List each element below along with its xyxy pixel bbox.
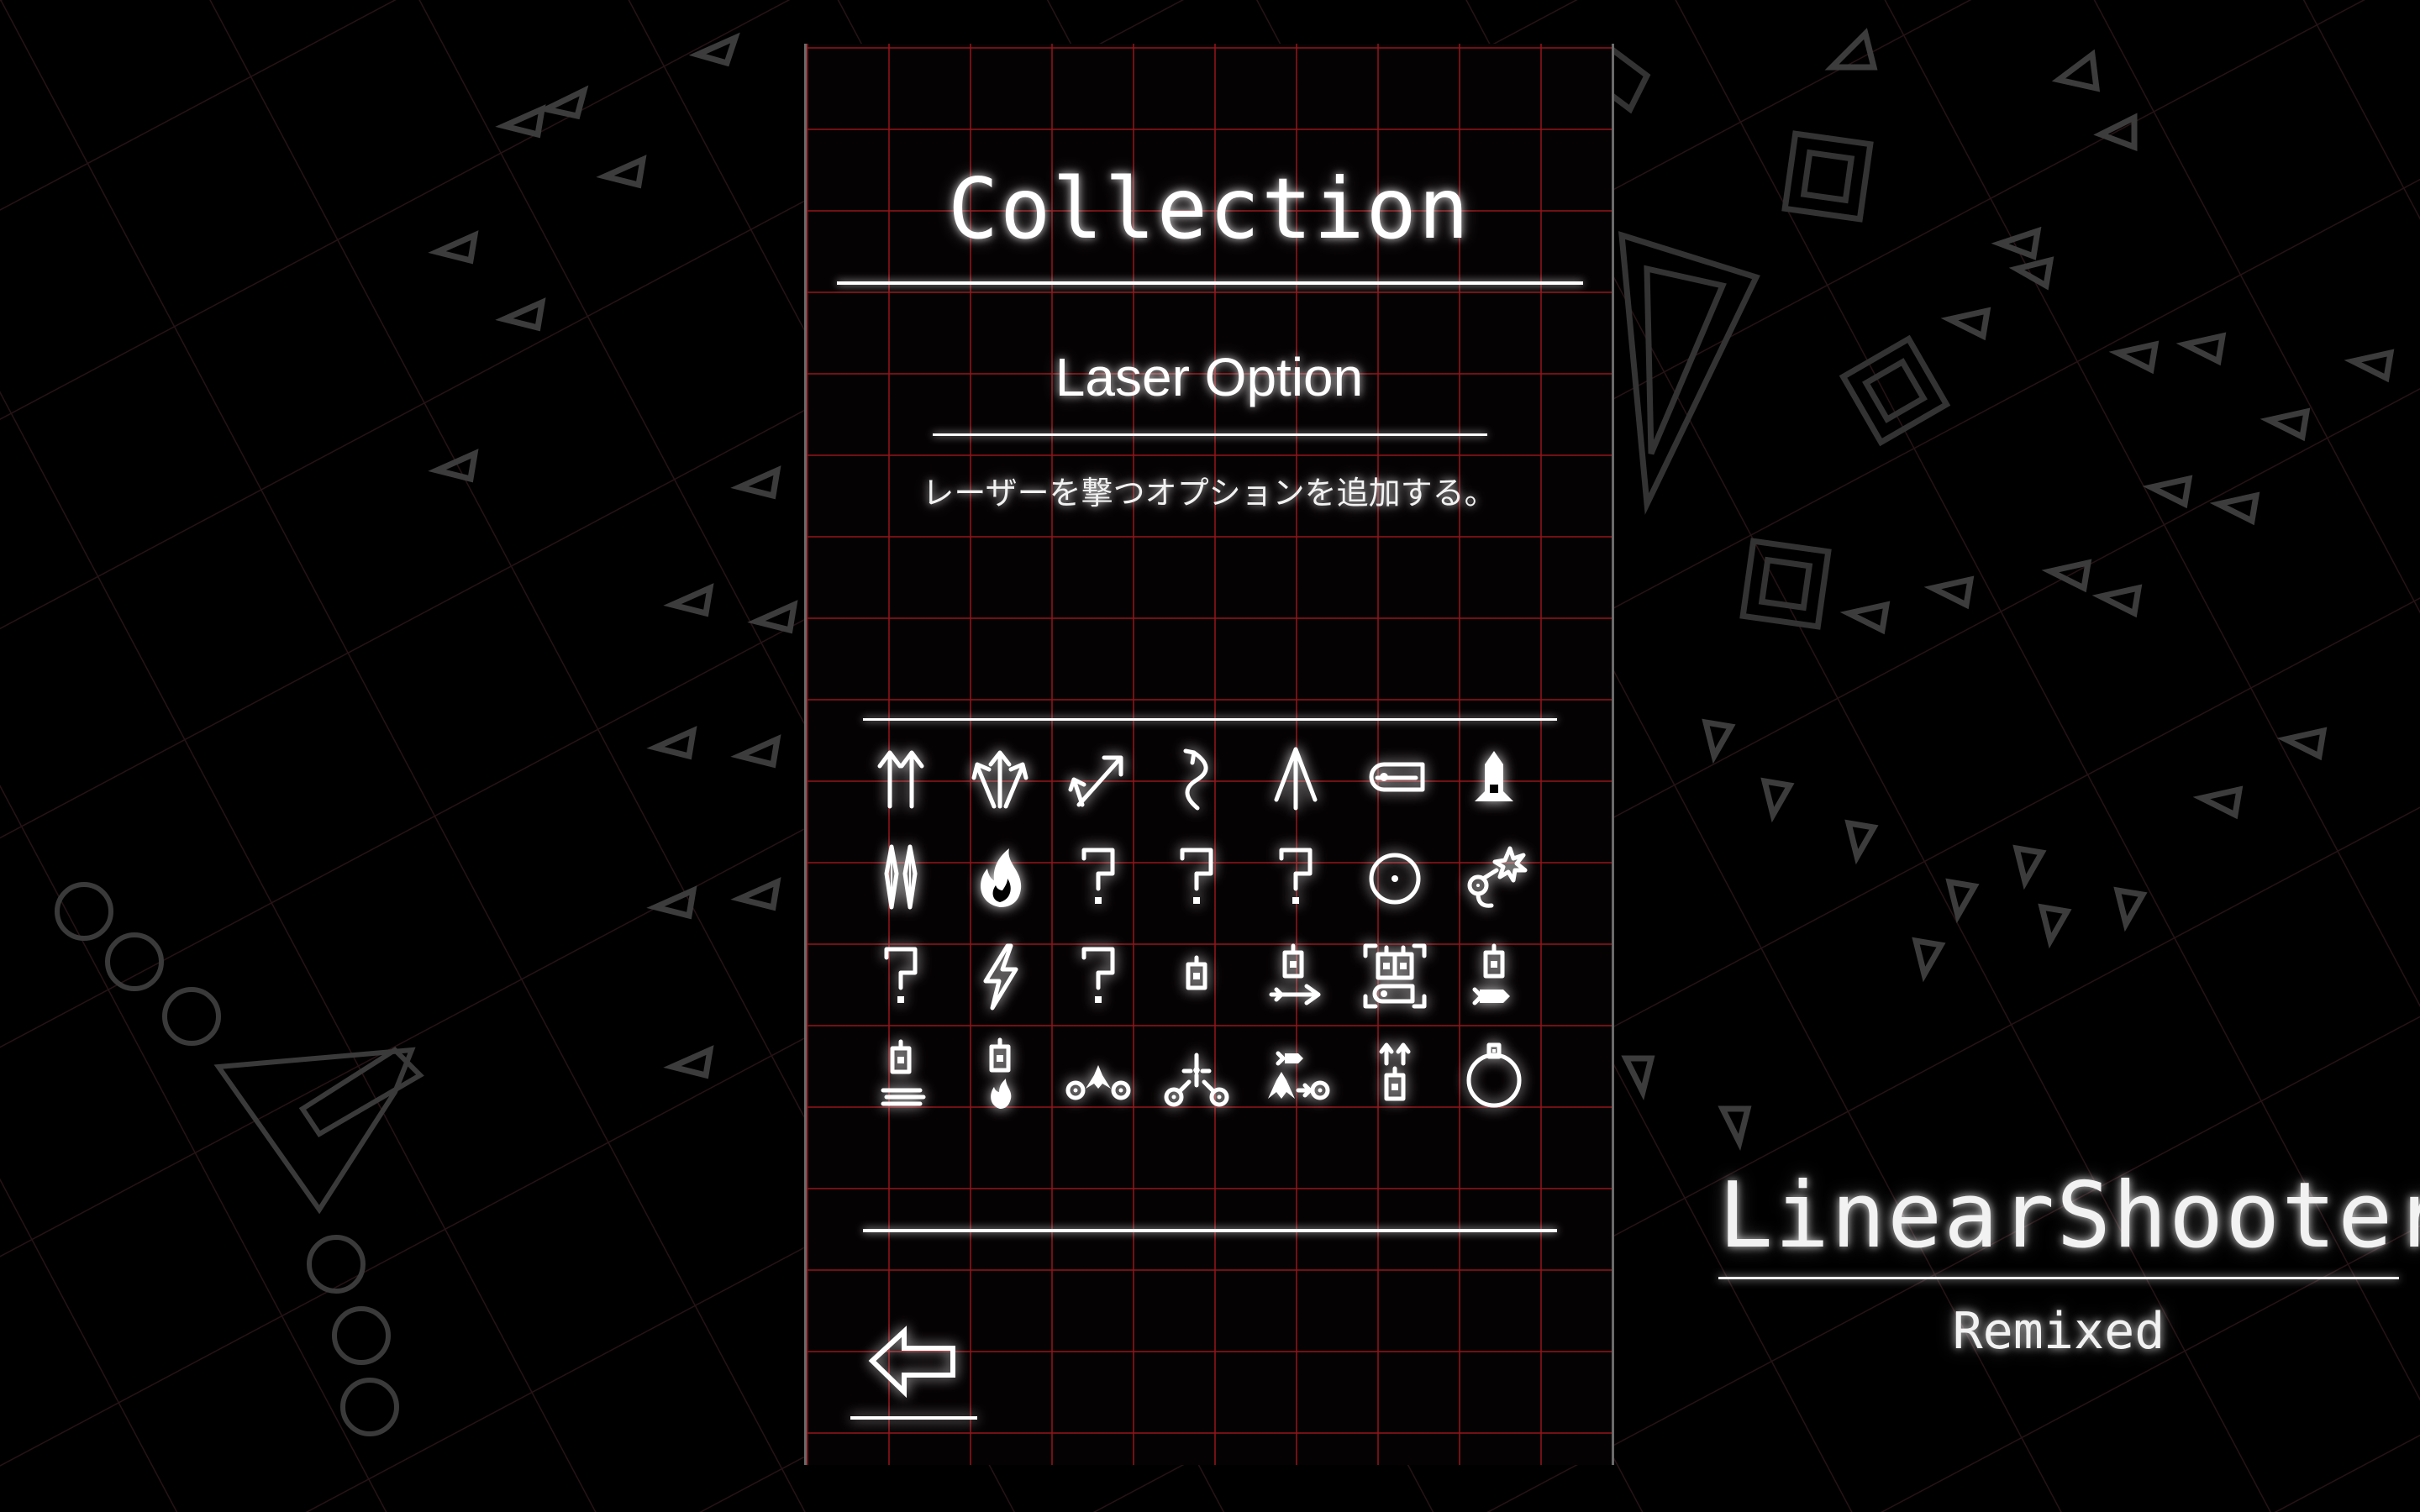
orbit-shield-icon (1466, 1042, 1522, 1108)
collection-item[interactable] (958, 933, 1042, 1017)
option-arrow-icon (1269, 943, 1321, 1005)
grid-bottom-divider (863, 1229, 1557, 1232)
collection-item[interactable] (859, 834, 943, 918)
spread-arrows-icon (971, 750, 1028, 809)
option-twin-arrows-icon (1379, 1042, 1411, 1101)
collection-item[interactable] (1155, 933, 1239, 1017)
collection-grid (859, 735, 1598, 1130)
collection-item[interactable] (1254, 834, 1338, 918)
lightning-icon (983, 943, 1018, 1011)
twin-drones-icon (1065, 1065, 1131, 1100)
bomb-burst-icon (1467, 846, 1528, 908)
logo-divider (1718, 1277, 2399, 1279)
collection-item[interactable] (1353, 933, 1437, 1017)
piercing-arrow-icon (1274, 747, 1318, 811)
twin-arrows-icon (877, 750, 924, 809)
collection-item[interactable] (1353, 1032, 1437, 1116)
diagonal-arrows-icon (1068, 755, 1123, 807)
unknown-icon (1279, 848, 1313, 904)
drone-missile-icon (1268, 1051, 1330, 1100)
item-description: レーザーを撃つオプションを追加する。 (922, 475, 1497, 512)
laser-option-icon (1363, 943, 1427, 1009)
page-title: Collection (947, 160, 1471, 258)
item-name-divider (933, 433, 1487, 436)
unknown-icon (1180, 848, 1213, 904)
rocket-ship-icon (1475, 751, 1513, 801)
collection-item[interactable] (1254, 1032, 1338, 1116)
collection-item[interactable] (958, 735, 1042, 819)
collection-item[interactable] (1254, 933, 1338, 1017)
collection-item[interactable] (1452, 735, 1536, 819)
collection-item[interactable] (1056, 735, 1140, 819)
collection-item[interactable] (1056, 1032, 1140, 1116)
collection-item[interactable] (859, 1032, 943, 1116)
flame-icon (981, 848, 1022, 907)
collection-item[interactable] (859, 933, 943, 1017)
option-missile-icon (1472, 943, 1510, 1005)
collection-item[interactable] (1452, 933, 1536, 1017)
unknown-icon (884, 947, 918, 1003)
collection-item[interactable] (1056, 933, 1140, 1017)
collection-item[interactable] (1155, 834, 1239, 918)
collection-item[interactable] (1353, 834, 1437, 918)
homing-arrow-icon (1183, 748, 1208, 811)
collection-item[interactable] (1254, 735, 1338, 819)
item-name: Laser Option (1055, 347, 1364, 407)
back-arrow-icon (850, 1326, 977, 1420)
option-needles-icon (881, 1039, 926, 1106)
option-pod-icon (1186, 955, 1207, 990)
unknown-icon (1081, 848, 1115, 904)
collection-item[interactable] (1155, 1032, 1239, 1116)
collection-item[interactable] (958, 1032, 1042, 1116)
grid-top-divider (863, 718, 1557, 721)
title-divider (837, 281, 1583, 285)
back-button[interactable] (849, 1315, 983, 1424)
collection-item[interactable] (1056, 834, 1140, 918)
option-flame-icon (989, 1037, 1012, 1109)
collection-item[interactable] (958, 834, 1042, 918)
collection-item[interactable] (859, 735, 943, 819)
game-logo-title: LinearShooter (1718, 1163, 2420, 1268)
laser-capsule-icon (1369, 762, 1425, 792)
collection-item[interactable] (1155, 735, 1239, 819)
ring-target-icon (1369, 853, 1421, 905)
collection-item[interactable] (1353, 735, 1437, 819)
unknown-icon (1081, 947, 1115, 1003)
game-logo-subtitle: Remixed (1952, 1302, 2165, 1361)
collection-item[interactable] (1452, 1032, 1536, 1116)
cross-drones-icon (1164, 1053, 1229, 1107)
twin-blades-icon (884, 844, 918, 910)
collection-item[interactable] (1452, 834, 1536, 918)
